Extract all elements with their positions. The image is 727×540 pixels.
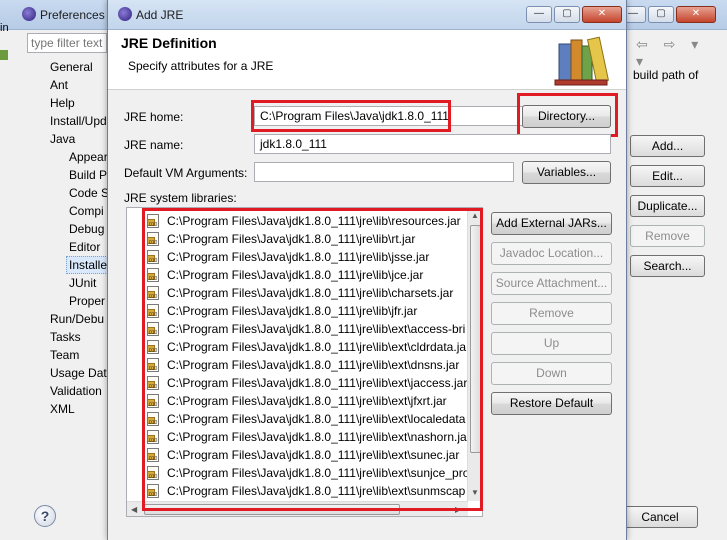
jre-home-label: JRE home:	[124, 110, 184, 124]
variables-button[interactable]: Variables...	[522, 161, 611, 184]
up-button[interactable]: Up	[491, 332, 612, 355]
tree-item-install[interactable]: Install/Upd	[50, 112, 107, 130]
tree-item-team[interactable]: Team	[50, 346, 79, 364]
close-button[interactable]: ✕	[676, 6, 716, 23]
navigation-arrows[interactable]: ⇦ ⇨ ▾ ▾	[636, 36, 727, 70]
edit-jre-button[interactable]: Edit...	[630, 165, 705, 187]
remove-jre-button[interactable]: Remove	[630, 225, 705, 247]
left-edge-label: in	[0, 22, 9, 34]
eclipse-icon	[118, 7, 132, 21]
dialog-header: JRE Definition Specify attributes for a …	[108, 30, 626, 90]
tree-item-appearance[interactable]: Appear	[69, 148, 108, 166]
filter-input[interactable]	[27, 33, 107, 53]
tree-item-tasks[interactable]: Tasks	[50, 328, 81, 346]
add-jre-button[interactable]: Add...	[630, 135, 705, 157]
green-arrow-icon	[0, 50, 8, 60]
cancel-button[interactable]: Cancel	[622, 506, 698, 528]
libraries-highlight	[142, 208, 483, 511]
tree-item-java[interactable]: Java	[50, 130, 75, 148]
directory-highlight	[517, 93, 618, 137]
tree-item-properties[interactable]: Proper	[69, 292, 105, 310]
scroll-left-arrow-icon[interactable]: ◀	[131, 505, 137, 514]
javadoc-location-button[interactable]: Javadoc Location...	[491, 242, 612, 265]
vm-arguments-input[interactable]	[254, 162, 514, 182]
eclipse-icon	[22, 7, 36, 21]
source-attachment-button[interactable]: Source Attachment...	[491, 272, 612, 295]
tree-item-build-path[interactable]: Build P	[69, 166, 107, 184]
libraries-label: JRE system libraries:	[124, 191, 237, 205]
dialog-title: Add JRE	[136, 8, 184, 22]
books-icon	[554, 36, 610, 86]
header-description: Specify attributes for a JRE	[128, 59, 274, 73]
remove-library-button[interactable]: Remove	[491, 302, 612, 325]
tree-item-general[interactable]: General	[50, 58, 93, 76]
tree-item-run-debug[interactable]: Run/Debu	[50, 310, 104, 328]
preferences-window-buttons: — ▢ ✕	[620, 6, 716, 23]
tree-item-validation[interactable]: Validation	[50, 382, 102, 400]
dialog-titlebar: Add JRE — ▢ ✕	[108, 0, 626, 30]
vm-arguments-label: Default VM Arguments:	[124, 166, 248, 180]
dialog-minimize-button[interactable]: —	[526, 6, 552, 23]
tree-item-usage-data[interactable]: Usage Data	[50, 364, 113, 382]
add-jre-dialog: Add JRE — ▢ ✕ JRE Definition Specify att…	[107, 0, 627, 540]
search-jre-button[interactable]: Search...	[630, 255, 705, 277]
tree-item-help[interactable]: Help	[50, 94, 75, 112]
tree-item-junit[interactable]: JUnit	[69, 274, 96, 292]
jre-name-label: JRE name:	[124, 138, 184, 152]
tree-item-xml[interactable]: XML	[50, 400, 75, 418]
dialog-maximize-button[interactable]: ▢	[554, 6, 580, 23]
dialog-window-buttons: — ▢ ✕	[526, 6, 622, 23]
tree-item-code-style[interactable]: Code S	[69, 184, 109, 202]
tree-item-editor[interactable]: Editor	[69, 238, 100, 256]
add-external-jars-button[interactable]: Add External JARs...	[491, 212, 612, 235]
down-button[interactable]: Down	[491, 362, 612, 385]
dialog-close-button[interactable]: ✕	[582, 6, 622, 23]
duplicate-jre-button[interactable]: Duplicate...	[630, 195, 705, 217]
help-icon[interactable]: ?	[34, 505, 56, 527]
jre-home-highlight	[251, 100, 451, 132]
preferences-title: Preferences	[40, 8, 105, 22]
tree-item-ant[interactable]: Ant	[50, 76, 68, 94]
header-title: JRE Definition	[121, 35, 217, 51]
tree-item-compiler[interactable]: Compi	[69, 202, 104, 220]
restore-default-button[interactable]: Restore Default	[491, 392, 612, 415]
maximize-button[interactable]: ▢	[648, 6, 674, 23]
jre-name-input[interactable]: jdk1.8.0_111	[254, 134, 611, 154]
page-description-text: build path of	[633, 68, 699, 82]
tree-item-debug[interactable]: Debug	[69, 220, 104, 238]
tree-item-installed-jres[interactable]: Installe	[66, 256, 111, 274]
